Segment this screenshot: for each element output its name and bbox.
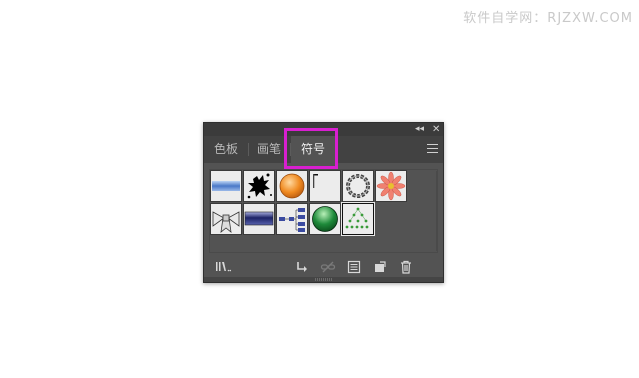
ribbon-bow-symbol[interactable]	[210, 203, 242, 235]
flower-symbol[interactable]	[375, 170, 407, 202]
close-icon[interactable]: ✕	[432, 123, 440, 136]
tab-brushes[interactable]: 画笔	[250, 136, 288, 163]
tab-symbols[interactable]: 符号	[291, 136, 335, 163]
symbol-library-menu-icon[interactable]	[214, 259, 232, 275]
green-ball-symbol[interactable]	[309, 203, 341, 235]
tab-divider	[248, 143, 249, 156]
chain-wreath-symbol[interactable]	[342, 170, 374, 202]
scrollbar-track[interactable]	[436, 171, 437, 251]
blue-banner-symbol[interactable]	[210, 170, 242, 202]
dot-tree-symbol[interactable]	[341, 202, 375, 236]
resize-grip[interactable]	[315, 278, 333, 281]
double-chevron-left-icon[interactable]: ◂◂	[415, 123, 424, 136]
new-symbol-icon[interactable]	[372, 259, 388, 275]
panel-bottom-toolbar	[204, 257, 443, 277]
ink-splat-symbol[interactable]	[243, 170, 275, 202]
symbols-panel: ◂◂ ✕ 色板 画笔 符号	[203, 122, 444, 283]
watermark: 软件自学网：RJZXW.COM	[463, 11, 633, 26]
orange-ball-symbol[interactable]	[276, 170, 308, 202]
hamburger-menu-icon[interactable]	[427, 144, 438, 154]
org-chart-symbol[interactable]	[276, 203, 308, 235]
tab-swatches[interactable]: 色板	[207, 136, 245, 163]
dark-blue-button-symbol[interactable]	[243, 203, 275, 235]
corner-mark-symbol[interactable]	[309, 170, 341, 202]
break-link-icon[interactable]	[320, 259, 336, 275]
symbol-options-icon[interactable]	[346, 259, 362, 275]
place-symbol-instance-icon[interactable]	[294, 259, 310, 275]
panel-titlebar: ◂◂ ✕	[204, 123, 443, 136]
tab-bar: 色板 画笔 符号	[204, 136, 443, 163]
delete-symbol-icon[interactable]	[398, 259, 414, 275]
